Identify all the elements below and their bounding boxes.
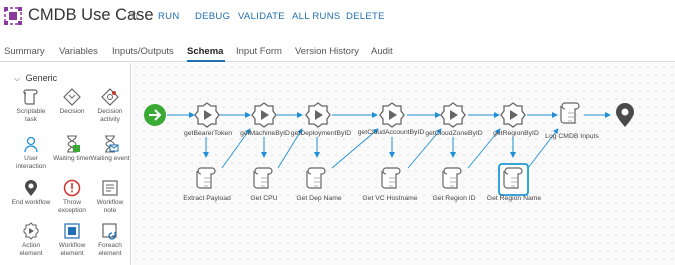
palette-item-decision-activity[interactable]: Decision activity [90,88,130,124]
palette-item-label: Scriptable task [16,108,46,123]
schema-diagram [144,102,634,196]
palette-item-workflow-note[interactable]: Workflow note [90,179,130,215]
element-palette: ⌵ Generic Scriptable task Decision Decis… [0,63,131,265]
node-label: getBearerToken [184,130,232,137]
tab-input-form[interactable]: Input Form [236,46,282,57]
workflow-logo-icon [4,7,22,25]
node-label: Get VC Hostname [362,195,418,202]
location-pin-icon [25,180,37,196]
foreach-icon [102,223,117,240]
chevron-down-icon: ⌵ [14,74,21,83]
palette-item-label: Action element [19,242,43,257]
palette-item-decision[interactable]: Decision [52,88,92,116]
action-node-getregionbyid[interactable] [500,102,526,128]
palette-item-label: Foreach element [98,242,122,257]
all-runs-button[interactable]: ALL RUNS [292,11,341,22]
note-icon [102,180,118,196]
script-node-get-vc-hostname[interactable] [381,167,401,189]
script-node-get-region-id[interactable] [442,167,462,189]
palette-item-label: Throw exception [58,199,86,214]
run-button[interactable]: RUN [158,11,179,22]
tab-schema[interactable]: Schema [187,46,223,57]
header-bar: CMDB Use Case ☆ RUN DEBUG VALIDATE ALL R… [0,0,675,36]
delete-button[interactable]: DELETE [346,11,385,22]
decision-activity-icon [101,88,119,106]
node-label: getMachineByID [240,130,290,137]
validate-button[interactable]: VALIDATE [238,11,285,22]
tab-audit[interactable]: Audit [371,46,393,57]
action-node-getbearertoken[interactable] [194,102,220,128]
palette-item-throw-exception[interactable]: Throw exception [52,179,92,215]
palette-item-foreach-element[interactable]: Foreach element [90,222,130,258]
hourglass-event-icon [105,135,119,153]
scroll-icon [23,89,38,105]
exception-icon [63,179,81,197]
tab-version-history[interactable]: Version History [295,46,359,57]
palette-item-workflow-element[interactable]: Workflow element [52,222,92,258]
palette-item-label: Workflow element [58,242,86,257]
node-label: getDeploymentByID [290,130,352,137]
node-label: Get Dep Name [296,195,342,202]
script-node-extract-payload[interactable] [196,167,216,189]
node-label: Get CPU [250,195,278,202]
palette-item-label: Decision activity [97,108,123,123]
active-tab-indicator [187,60,225,62]
script-node-get-dep-name[interactable] [306,167,326,189]
node-label: Log CMDB Inputs [545,133,599,140]
tab-variables[interactable]: Variables [59,46,98,57]
node-label: getCloudAccountByID [357,129,425,136]
connector [203,137,516,158]
palette-item-label: Workflow note [96,199,124,214]
palette-item-waiting-timer[interactable]: Waiting timer [52,135,92,163]
palette-item-scriptable-task[interactable]: Scriptable task [11,88,51,124]
node-label: getRegionByID [493,130,539,137]
palette-group-label: Generic [25,73,58,83]
palette-item-label: Waiting timer [53,155,91,162]
palette-item-label: User interaction [16,155,46,170]
script-node-log-cmdb-inputs[interactable] [560,102,580,124]
palette-item-user-interaction[interactable]: User interaction [11,135,51,171]
workflow-element-icon [64,223,80,239]
tab-inputs-outputs[interactable]: Inputs/Outputs [112,46,174,57]
script-node-get-cpu[interactable] [253,167,273,189]
node-label: Extract Payload [183,195,231,202]
action-gear-icon [23,222,39,240]
action-node-getcloudaccountbyid[interactable] [379,102,405,128]
tab-bar: Summary Variables Inputs/Outputs Schema … [0,40,675,62]
node-label: Get Region ID [432,195,476,202]
palette-item-action-element[interactable]: Action element [11,222,51,258]
tab-summary[interactable]: Summary [4,46,45,57]
action-node-getcloudzonebyid[interactable] [440,102,466,128]
palette-item-label: End workflow [11,199,51,206]
action-node-getmachinebyid[interactable] [251,102,277,128]
schema-canvas[interactable]: getBearerToken getMachineByID getDeploym… [132,63,675,265]
end-node[interactable] [616,103,634,127]
palette-item-waiting-event[interactable]: Waiting event [90,135,130,163]
action-node-getdeploymentbyid[interactable] [305,102,331,128]
favorite-star-icon[interactable]: ☆ [128,7,141,24]
user-icon [24,136,38,153]
palette-item-label: Decision [59,108,85,115]
node-label: Get Region Name [486,195,542,202]
decision-icon [63,88,81,106]
palette-item-label: Waiting event [90,155,130,162]
palette-group-header[interactable]: ⌵ Generic [14,73,57,84]
debug-button[interactable]: DEBUG [195,11,230,22]
start-node[interactable] [144,104,166,126]
palette-item-end-workflow[interactable]: End workflow [11,179,51,207]
hourglass-icon [67,135,80,153]
node-label: getCloudZoneByID [425,130,483,137]
